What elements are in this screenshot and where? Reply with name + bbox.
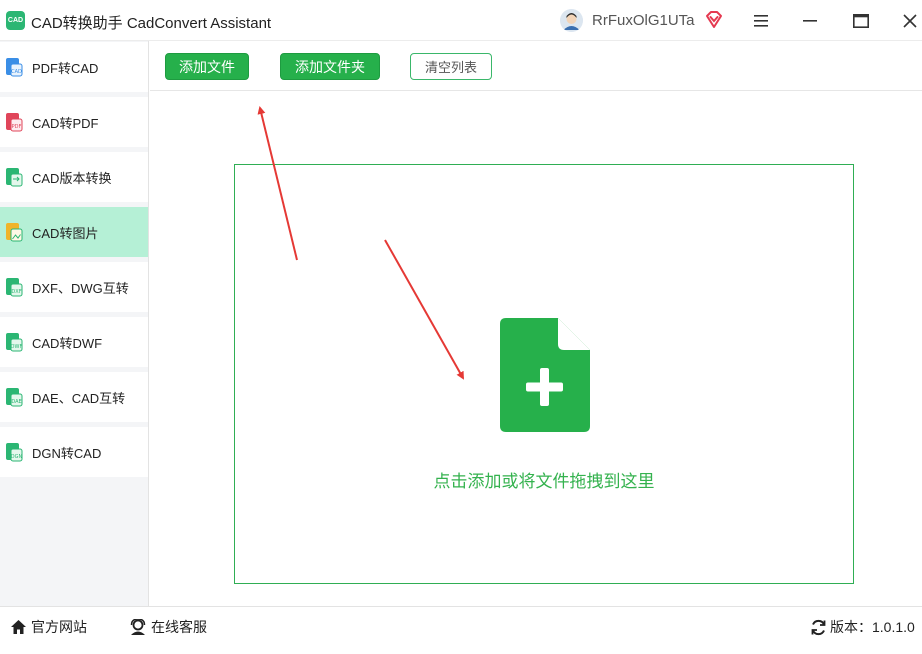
toolbar: 添加文件 添加文件夹 清空列表 [150, 41, 922, 91]
app-title: CAD转换助手 CadConvert Assistant [31, 15, 272, 32]
sidebar-item-cad-to-image[interactable]: CAD转图片 [0, 207, 148, 257]
drop-zone-hint: 点击添加或将文件拖拽到这里 [433, 472, 655, 492]
version-label: 版本：1.0.1.0 [830, 619, 915, 635]
clear-list-button[interactable]: 清空列表 [410, 53, 492, 80]
sidebar-item-pdf-to-cad[interactable]: CAD PDF转CAD [0, 42, 148, 92]
refresh-icon [811, 619, 826, 635]
sidebar-item-dae-cad[interactable]: DAE DAE、CAD互转 [0, 372, 148, 422]
official-website-label: 官方网站 [31, 619, 87, 635]
cad-to-pdf-icon: PDF [5, 112, 23, 132]
home-icon [11, 620, 26, 634]
online-support-label: 在线客服 [151, 619, 207, 635]
cad-to-image-icon [5, 222, 23, 242]
close-icon[interactable] [898, 9, 922, 33]
cad-version-icon [5, 167, 23, 187]
sidebar: CAD PDF转CAD PDF CAD转PDF CAD版本转换 CAD转图片 D… [0, 41, 149, 606]
sidebar-item-label: CAD转图片 [32, 225, 99, 241]
title-bar: CAD CAD转换助手 CadConvert Assistant RrFuxOl… [0, 0, 922, 41]
sidebar-item-label: CAD转PDF [32, 115, 99, 131]
pdf-to-cad-icon: CAD [5, 57, 23, 77]
sidebar-item-label: CAD转DWF [32, 335, 103, 351]
sidebar-item-label: DGN转CAD [32, 445, 102, 461]
dxf-dwg-icon: DXF [5, 277, 23, 297]
sidebar-item-label: CAD版本转换 [32, 170, 112, 186]
official-website-link[interactable]: 官方网站 [10, 617, 87, 637]
add-file-button[interactable]: 添加文件 [165, 53, 249, 80]
add-folder-button[interactable]: 添加文件夹 [280, 53, 380, 80]
svg-text:DGN: DGN [11, 454, 23, 460]
dgn-to-cad-icon: DGN [5, 442, 23, 462]
footer: 官方网站 在线客服 版本：1.0.1.0 [0, 606, 922, 654]
svg-text:PDF: PDF [12, 124, 22, 130]
version-info[interactable]: 版本：1.0.1.0 [810, 617, 915, 637]
add-file-icon[interactable] [500, 318, 590, 432]
sidebar-item-cad-version[interactable]: CAD版本转换 [0, 152, 148, 202]
sidebar-item-label: DXF、DWG互转 [32, 280, 129, 296]
svg-text:DAE: DAE [11, 399, 21, 405]
svg-text:DXF: DXF [11, 289, 21, 295]
cad-to-dwf-icon: DWF [5, 332, 23, 352]
sidebar-item-label: DAE、CAD互转 [32, 390, 126, 406]
sidebar-item-dxf-dwg[interactable]: DXF DXF、DWG互转 [0, 262, 148, 312]
online-support-link[interactable]: 在线客服 [129, 617, 207, 637]
svg-text:DWF: DWF [11, 344, 23, 350]
sidebar-item-dgn-to-cad[interactable]: DGN DGN转CAD [0, 427, 148, 477]
dae-cad-icon: DAE [5, 387, 23, 407]
support-agent-icon [130, 619, 146, 635]
menu-icon[interactable] [749, 9, 773, 33]
username[interactable]: RrFuxOlG1UTa [592, 12, 695, 29]
svg-text:CAD: CAD [11, 69, 22, 75]
vip-diamond-icon[interactable] [704, 10, 724, 30]
file-drop-zone[interactable]: 点击添加或将文件拖拽到这里 [234, 164, 854, 584]
user-avatar[interactable] [560, 9, 583, 32]
maximize-icon[interactable] [849, 9, 873, 33]
sidebar-item-cad-to-pdf[interactable]: PDF CAD转PDF [0, 97, 148, 147]
minimize-icon[interactable] [798, 9, 822, 33]
sidebar-item-label: PDF转CAD [32, 60, 99, 76]
app-logo-icon: CAD [6, 11, 25, 30]
sidebar-item-cad-to-dwf[interactable]: DWF CAD转DWF [0, 317, 148, 367]
